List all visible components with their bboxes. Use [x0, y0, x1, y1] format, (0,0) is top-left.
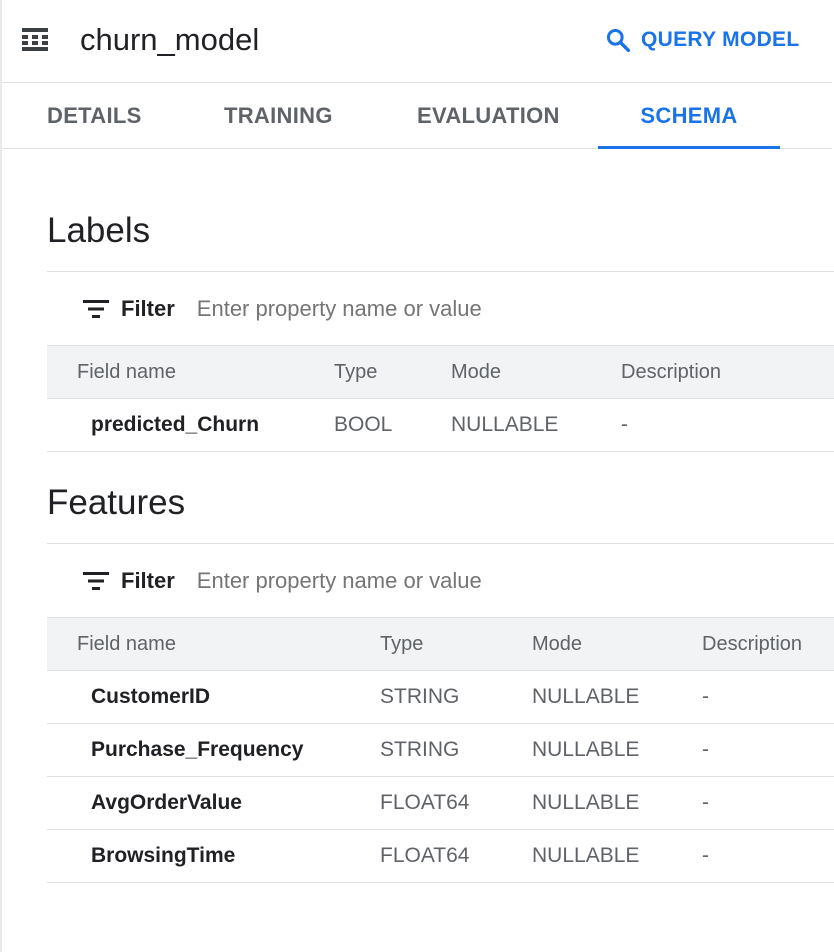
tab-schema[interactable]: SCHEMA: [598, 83, 780, 149]
type-cell: FLOAT64: [380, 829, 532, 883]
panel-header: churn_model QUERY MODEL: [2, 0, 832, 83]
labels-filter-input[interactable]: [196, 296, 617, 322]
table-row: CustomerID STRING NULLABLE -: [47, 670, 834, 724]
type-cell: STRING: [380, 723, 532, 777]
search-icon: [606, 28, 631, 53]
page-title: churn_model: [80, 22, 260, 57]
column-header-type[interactable]: Type: [380, 617, 532, 671]
table-row: BrowsingTime FLOAT64 NULLABLE -: [47, 829, 834, 883]
description-cell: -: [702, 670, 834, 724]
column-header-mode[interactable]: Mode: [451, 345, 621, 399]
description-cell: -: [702, 776, 834, 830]
mode-cell: NULLABLE: [532, 723, 702, 777]
features-heading: Features: [47, 483, 186, 522]
field-name-cell: CustomerID: [47, 670, 380, 724]
description-cell: -: [702, 829, 834, 883]
tab-evaluation[interactable]: EVALUATION: [417, 83, 560, 149]
table-row: Purchase_Frequency STRING NULLABLE -: [47, 723, 834, 777]
column-header-description[interactable]: Description: [621, 345, 834, 399]
tab-bar: DETAILS TRAINING EVALUATION SCHEMA: [2, 83, 832, 149]
model-panel: churn_model QUERY MODEL DETAILS TRAINING…: [0, 0, 834, 952]
labels-table: Field name Type Mode Description predict…: [47, 345, 834, 452]
query-model-button[interactable]: QUERY MODEL: [605, 22, 799, 58]
mode-cell: NULLABLE: [532, 670, 702, 724]
field-name-cell: predicted_Churn: [47, 398, 334, 452]
features-table: Field name Type Mode Description Custome…: [47, 617, 834, 883]
column-header-field-name[interactable]: Field name: [47, 345, 334, 399]
features-divider: [47, 543, 834, 544]
type-cell: BOOL: [334, 398, 451, 452]
tab-details[interactable]: DETAILS: [47, 83, 142, 149]
column-header-description[interactable]: Description: [702, 617, 834, 671]
filter-icon[interactable]: [83, 571, 109, 591]
labels-filter-bar: Filter: [47, 273, 832, 345]
features-filter-bar: Filter: [47, 545, 832, 617]
type-cell: STRING: [380, 670, 532, 724]
labels-filter-label: Filter: [121, 296, 175, 321]
table-row: AvgOrderValue FLOAT64 NULLABLE -: [47, 776, 834, 830]
column-header-field-name[interactable]: Field name: [47, 617, 380, 671]
tab-training[interactable]: TRAINING: [224, 83, 333, 149]
mode-cell: NULLABLE: [451, 398, 621, 452]
column-header-type[interactable]: Type: [334, 345, 451, 399]
description-cell: -: [702, 723, 834, 777]
filter-icon[interactable]: [83, 299, 109, 319]
query-model-label: QUERY MODEL: [641, 28, 800, 51]
features-filter-input[interactable]: [196, 568, 617, 594]
table-row: predicted_Churn BOOL NULLABLE -: [47, 398, 834, 452]
active-tab-indicator: [598, 146, 780, 149]
mode-cell: NULLABLE: [532, 829, 702, 883]
mode-cell: NULLABLE: [532, 776, 702, 830]
labels-heading: Labels: [47, 211, 151, 250]
table-header-row: Field name Type Mode Description: [47, 617, 834, 671]
table-header-row: Field name Type Mode Description: [47, 345, 834, 399]
labels-divider: [47, 271, 834, 272]
field-name-cell: AvgOrderValue: [47, 776, 380, 830]
column-header-mode[interactable]: Mode: [532, 617, 702, 671]
features-filter-label: Filter: [121, 568, 175, 593]
field-name-cell: Purchase_Frequency: [47, 723, 380, 777]
type-cell: FLOAT64: [380, 776, 532, 830]
field-name-cell: BrowsingTime: [47, 829, 380, 883]
description-cell: -: [621, 398, 834, 452]
grid-icon: [22, 28, 48, 51]
